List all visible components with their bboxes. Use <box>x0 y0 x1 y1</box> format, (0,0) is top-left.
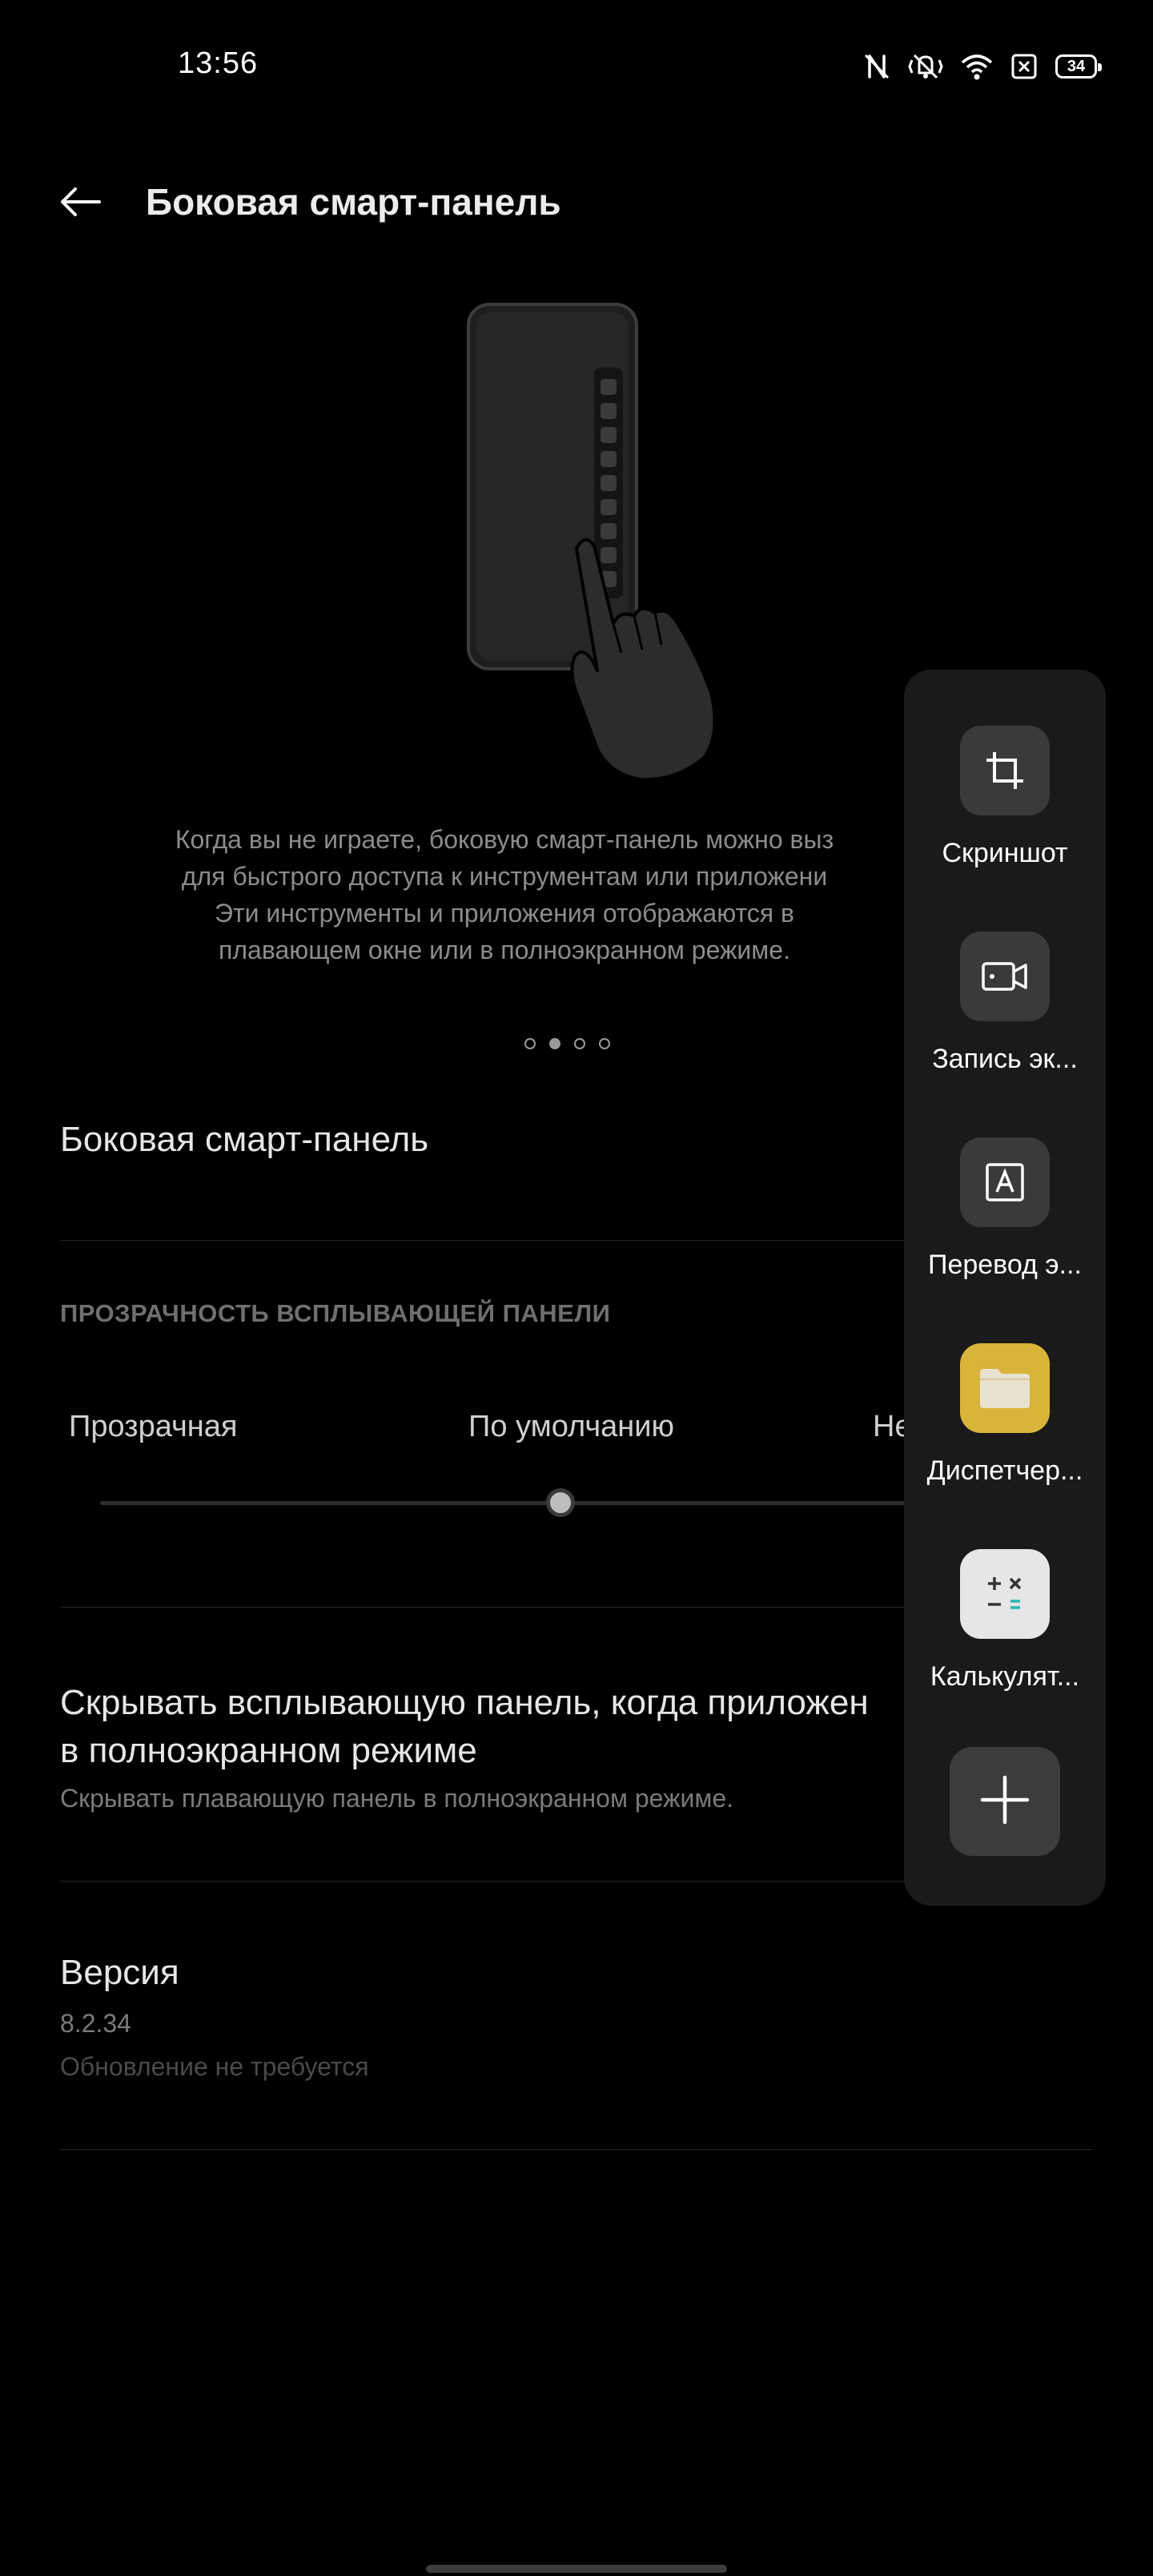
hide-panel-subtitle: Скрывать плавающую панель в полноэкранно… <box>60 1784 734 1813</box>
hide-panel-title-line: Скрывать всплывающую панель, когда прило… <box>60 1683 869 1722</box>
folder-icon <box>960 1343 1050 1433</box>
arrow-left-icon <box>58 186 102 222</box>
illustration-description: Когда вы не играете, боковую смарт-панел… <box>144 821 865 968</box>
panel-item-label: Перевод э... <box>928 1250 1082 1280</box>
crop-icon <box>960 726 1050 815</box>
transparency-option-transparent[interactable]: Прозрачная <box>69 1410 238 1444</box>
battery-level: 34 <box>1067 57 1086 75</box>
transparency-slider-thumb[interactable] <box>546 1488 575 1517</box>
status-time: 13:56 <box>178 46 259 80</box>
panel-item-label: Скриншот <box>942 838 1068 868</box>
plus-icon <box>979 1774 1030 1829</box>
panel-item-translate[interactable]: Перевод э... <box>904 1137 1106 1281</box>
divider <box>60 2149 1093 2150</box>
description-line: плавающем окне или в полноэкранном режим… <box>219 936 790 964</box>
panel-item-label: Калькулят... <box>930 1661 1080 1692</box>
nfc-icon <box>863 53 890 80</box>
panel-item-file-manager[interactable]: Диспетчер... <box>904 1343 1106 1487</box>
version-value: 8.2.34 <box>60 2009 131 2038</box>
hide-panel-title-line: в полноэкранном режиме <box>60 1731 477 1770</box>
page-title: Боковая смарт-панель <box>146 181 561 223</box>
floating-smart-panel: Скриншот Запись эк... Перевод э... Диспе… <box>904 670 1106 1906</box>
transparency-section-header: ПРОЗРАЧНОСТЬ ВСПЛЫВАЮЩЕЙ ПАНЕЛИ <box>60 1299 611 1327</box>
page-dot-active[interactable] <box>549 1038 560 1049</box>
version-title: Версия <box>60 1953 179 1992</box>
status-icons: 34 <box>863 46 1102 87</box>
add-panel-item-button[interactable] <box>950 1747 1060 1856</box>
page-dot[interactable] <box>524 1038 536 1049</box>
smart-panel-toggle-row[interactable]: Боковая смарт-панель <box>60 1120 428 1160</box>
smart-panel-illustration <box>456 300 729 789</box>
hide-panel-fullscreen-row[interactable]: Скрывать всплывающую панель, когда прило… <box>60 1679 869 1775</box>
transparency-option-default[interactable]: По умолчанию <box>468 1410 674 1444</box>
description-line: для быстрого доступа к инструментам или … <box>181 862 828 891</box>
page-dot[interactable] <box>574 1038 585 1049</box>
translate-icon <box>960 1137 1050 1227</box>
wifi-icon <box>961 53 993 80</box>
screen-record-icon <box>960 932 1050 1021</box>
sim-x-icon <box>1010 53 1038 80</box>
description-line: Эти инструменты и приложения отображаютс… <box>214 899 795 928</box>
panel-item-screenshot[interactable]: Скриншот <box>904 726 1106 869</box>
home-indicator[interactable] <box>426 2565 727 2573</box>
description-line: Когда вы не играете, боковую смарт-панел… <box>175 825 834 854</box>
panel-item-calculator[interactable]: Калькулят... <box>904 1549 1106 1693</box>
page-indicator[interactable] <box>524 1038 610 1049</box>
battery-icon: 34 <box>1055 54 1102 78</box>
calculator-icon <box>960 1549 1050 1639</box>
back-button[interactable] <box>51 175 109 232</box>
panel-item-label: Диспетчер... <box>926 1455 1083 1486</box>
panel-item-label: Запись эк... <box>932 1044 1078 1074</box>
page-dot[interactable] <box>599 1038 610 1049</box>
panel-item-screen-record[interactable]: Запись эк... <box>904 932 1106 1075</box>
mute-vibrate-icon <box>908 52 943 81</box>
version-note: Обновление не требуется <box>60 2052 369 2081</box>
